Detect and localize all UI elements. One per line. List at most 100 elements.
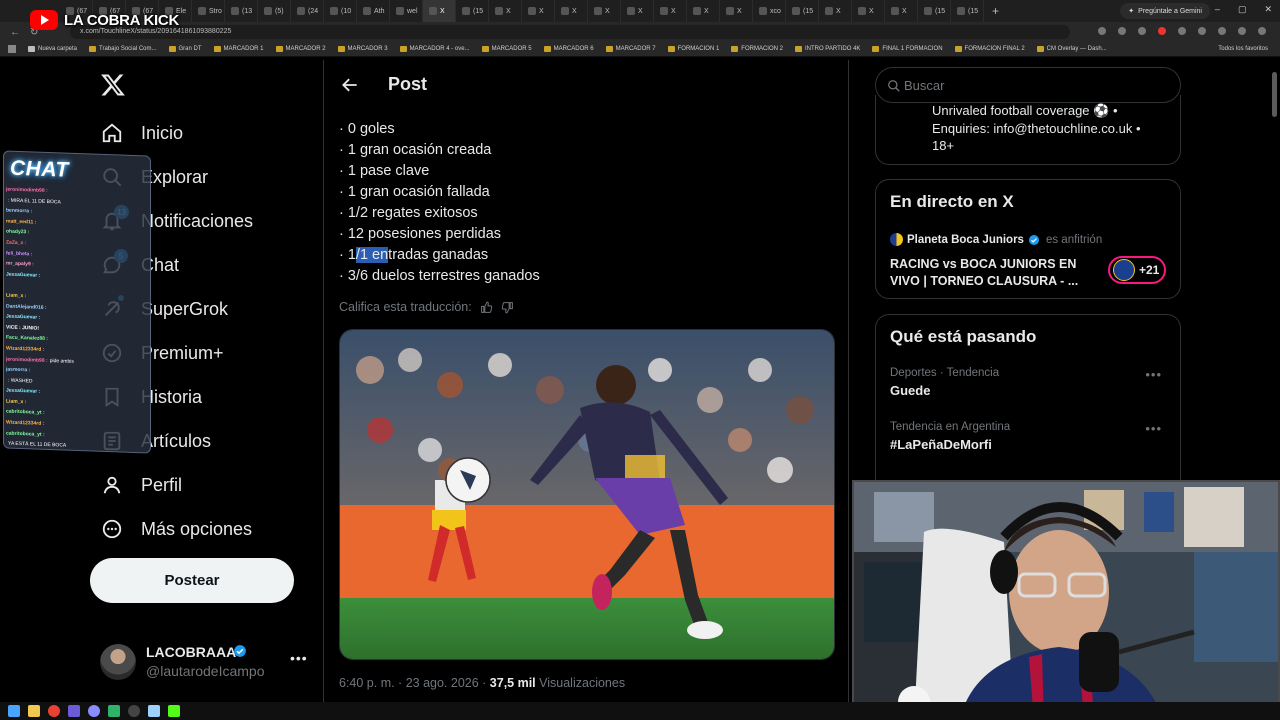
browser-tab[interactable]: (10 xyxy=(324,0,357,22)
browser-tab[interactable]: (13 xyxy=(225,0,258,22)
bookmark-item[interactable]: MARCADOR 6 xyxy=(543,46,594,52)
thumbs-up-icon[interactable] xyxy=(480,301,493,314)
more-dots-icon[interactable]: ••• xyxy=(290,650,308,666)
app-icon[interactable] xyxy=(148,705,160,717)
bookmark-item[interactable]: Gran DT xyxy=(168,46,202,52)
all-bookmarks[interactable]: Todos los favoritos xyxy=(1218,46,1268,52)
verified-badge-icon xyxy=(234,645,246,657)
apps-icon[interactable] xyxy=(8,45,16,53)
post-timestamp[interactable]: 6:40 p. m. · 23 ago. 2026 · xyxy=(339,676,490,690)
extension-icon[interactable] xyxy=(1198,27,1206,35)
bookmark-item[interactable]: MARCADOR 1 xyxy=(213,46,264,52)
sidebar-item-inicio[interactable]: Inicio xyxy=(96,111,253,155)
bookmark-item[interactable]: FINAL 1 FORMACION xyxy=(872,46,943,52)
close-icon[interactable]: ✕ xyxy=(1264,4,1272,15)
chat-overlay-title: CHAT xyxy=(10,156,69,182)
back-arrow-icon[interactable] xyxy=(340,75,360,95)
live-on-x-card[interactable]: En directo en X Planeta Boca Juniors es … xyxy=(875,179,1181,299)
profile-icon[interactable] xyxy=(1238,27,1246,35)
trend-item[interactable]: Tendencia en Argentina #LaPeñaDeMorfi ••… xyxy=(890,421,1170,452)
new-tab-icon[interactable]: + xyxy=(984,4,1007,18)
browser-tab[interactable]: X xyxy=(687,0,720,22)
page-title: Post xyxy=(388,74,428,94)
bookmark-item[interactable]: MARCADOR 3 xyxy=(337,46,388,52)
chrome-icon[interactable] xyxy=(48,705,60,717)
more-dots-icon[interactable]: ••• xyxy=(1145,421,1162,436)
browser-tab[interactable]: X xyxy=(555,0,588,22)
extension-icon[interactable] xyxy=(1138,27,1146,35)
browser-tab[interactable]: (15 xyxy=(786,0,819,22)
bookmark-item[interactable]: MARCADOR 7 xyxy=(605,46,656,52)
browser-tab[interactable]: (15 xyxy=(918,0,951,22)
tab-label: (5) xyxy=(275,7,284,15)
bookmark-item[interactable]: FORMACION 1 xyxy=(667,46,720,52)
bookmark-item[interactable]: MARCADOR 5 xyxy=(481,46,532,52)
minimize-icon[interactable]: – xyxy=(1215,4,1220,15)
browser-tab-bar: (67 (67 (67 Ele Stro (13 (5) (24 (10 Ath wel X (15 X X… xyxy=(0,0,1280,22)
tab-favicon-icon xyxy=(528,7,536,15)
extension-icon[interactable] xyxy=(1218,27,1226,35)
page-scrollbar[interactable] xyxy=(1272,72,1277,117)
start-menu-icon[interactable] xyxy=(8,705,20,717)
browser-tab[interactable]: X xyxy=(819,0,852,22)
browser-tab[interactable]: X xyxy=(885,0,918,22)
bookmark-item[interactable]: Trabajo Social Com... xyxy=(89,46,157,52)
url-field[interactable]: x.com/TouchlineX/status/2091641861093880… xyxy=(70,25,1070,39)
bookmark-item[interactable]: CM Overlay — Dash... xyxy=(1036,46,1107,52)
extension-icon[interactable] xyxy=(1098,27,1106,35)
browser-tab[interactable]: X xyxy=(423,0,456,22)
bookmark-item[interactable]: FORMACION 2 xyxy=(731,46,783,52)
sidebar-item-más-opciones[interactable]: Más opciones xyxy=(96,507,253,551)
post-button[interactable]: Postear xyxy=(90,558,294,603)
bookmark-item[interactable]: MARCADOR 2 xyxy=(275,46,326,52)
browser-tab[interactable]: X xyxy=(489,0,522,22)
menu-icon[interactable] xyxy=(1258,27,1266,35)
live-host-name[interactable]: Planeta Boca Juniors xyxy=(907,234,1024,246)
browser-tab[interactable]: Stro xyxy=(192,0,225,22)
bookmark-item[interactable]: INTRO PARTIDO 4K xyxy=(794,46,860,52)
browser-tab[interactable]: wel xyxy=(390,0,423,22)
tab-label: xco xyxy=(770,7,781,15)
app-icon[interactable] xyxy=(68,705,80,717)
bookmark-label: MARCADOR 2 xyxy=(285,46,326,52)
x-logo-icon[interactable] xyxy=(100,72,126,98)
post-photo[interactable] xyxy=(339,329,835,660)
record-icon[interactable] xyxy=(1158,27,1166,35)
browser-tab[interactable]: X xyxy=(852,0,885,22)
browser-tab[interactable]: X xyxy=(588,0,621,22)
obs-icon[interactable] xyxy=(128,705,140,717)
browser-tab[interactable]: Ath xyxy=(357,0,390,22)
extension-icon[interactable] xyxy=(1178,27,1186,35)
bookmark-item[interactable]: MARCADOR 4 - ove... xyxy=(399,46,470,52)
browser-tab[interactable]: X xyxy=(621,0,654,22)
browser-tab[interactable]: (5) xyxy=(258,0,291,22)
kick-icon[interactable] xyxy=(168,705,180,717)
live-event-title[interactable]: RACING vs BOCA JUNIORS EN VIVO | TORNEO … xyxy=(890,256,1100,290)
file-explorer-icon[interactable] xyxy=(28,705,40,717)
sidebar-item-perfil[interactable]: Perfil xyxy=(96,463,253,507)
browser-tab[interactable]: xco xyxy=(753,0,786,22)
thumbs-down-icon[interactable] xyxy=(501,301,514,314)
browser-tab[interactable]: (15 xyxy=(951,0,984,22)
os-taskbar xyxy=(0,702,1280,720)
more-dots-icon[interactable]: ••• xyxy=(1145,367,1162,382)
tab-favicon-icon xyxy=(693,7,701,15)
trend-item[interactable]: Deportes · Tendencia Guede ••• xyxy=(890,367,1170,398)
discord-icon[interactable] xyxy=(88,705,100,717)
back-icon[interactable]: ← xyxy=(10,27,20,38)
browser-tab[interactable]: X xyxy=(654,0,687,22)
account-switcher[interactable]: LACOBRAAA @lautarodeIcampo ••• xyxy=(100,640,310,684)
tab-favicon-icon xyxy=(462,7,470,15)
browser-tab[interactable]: X xyxy=(720,0,753,22)
browser-tab[interactable]: X xyxy=(522,0,555,22)
browser-tab[interactable]: (15 xyxy=(456,0,489,22)
app-icon[interactable] xyxy=(108,705,120,717)
bookmark-label: FORMACION 1 xyxy=(677,46,720,52)
bookmark-item[interactable]: Nueva carpeta xyxy=(28,46,77,52)
browser-tab[interactable]: (24 xyxy=(291,0,324,22)
extension-icon[interactable] xyxy=(1118,27,1126,35)
live-listener-count[interactable]: +21 xyxy=(1108,256,1166,284)
gemini-button[interactable]: ✦ Pregúntale a Gemini xyxy=(1120,3,1210,19)
maximize-icon[interactable]: ▢ xyxy=(1238,4,1247,15)
bookmark-item[interactable]: FORMACION FINAL 2 xyxy=(954,46,1025,52)
